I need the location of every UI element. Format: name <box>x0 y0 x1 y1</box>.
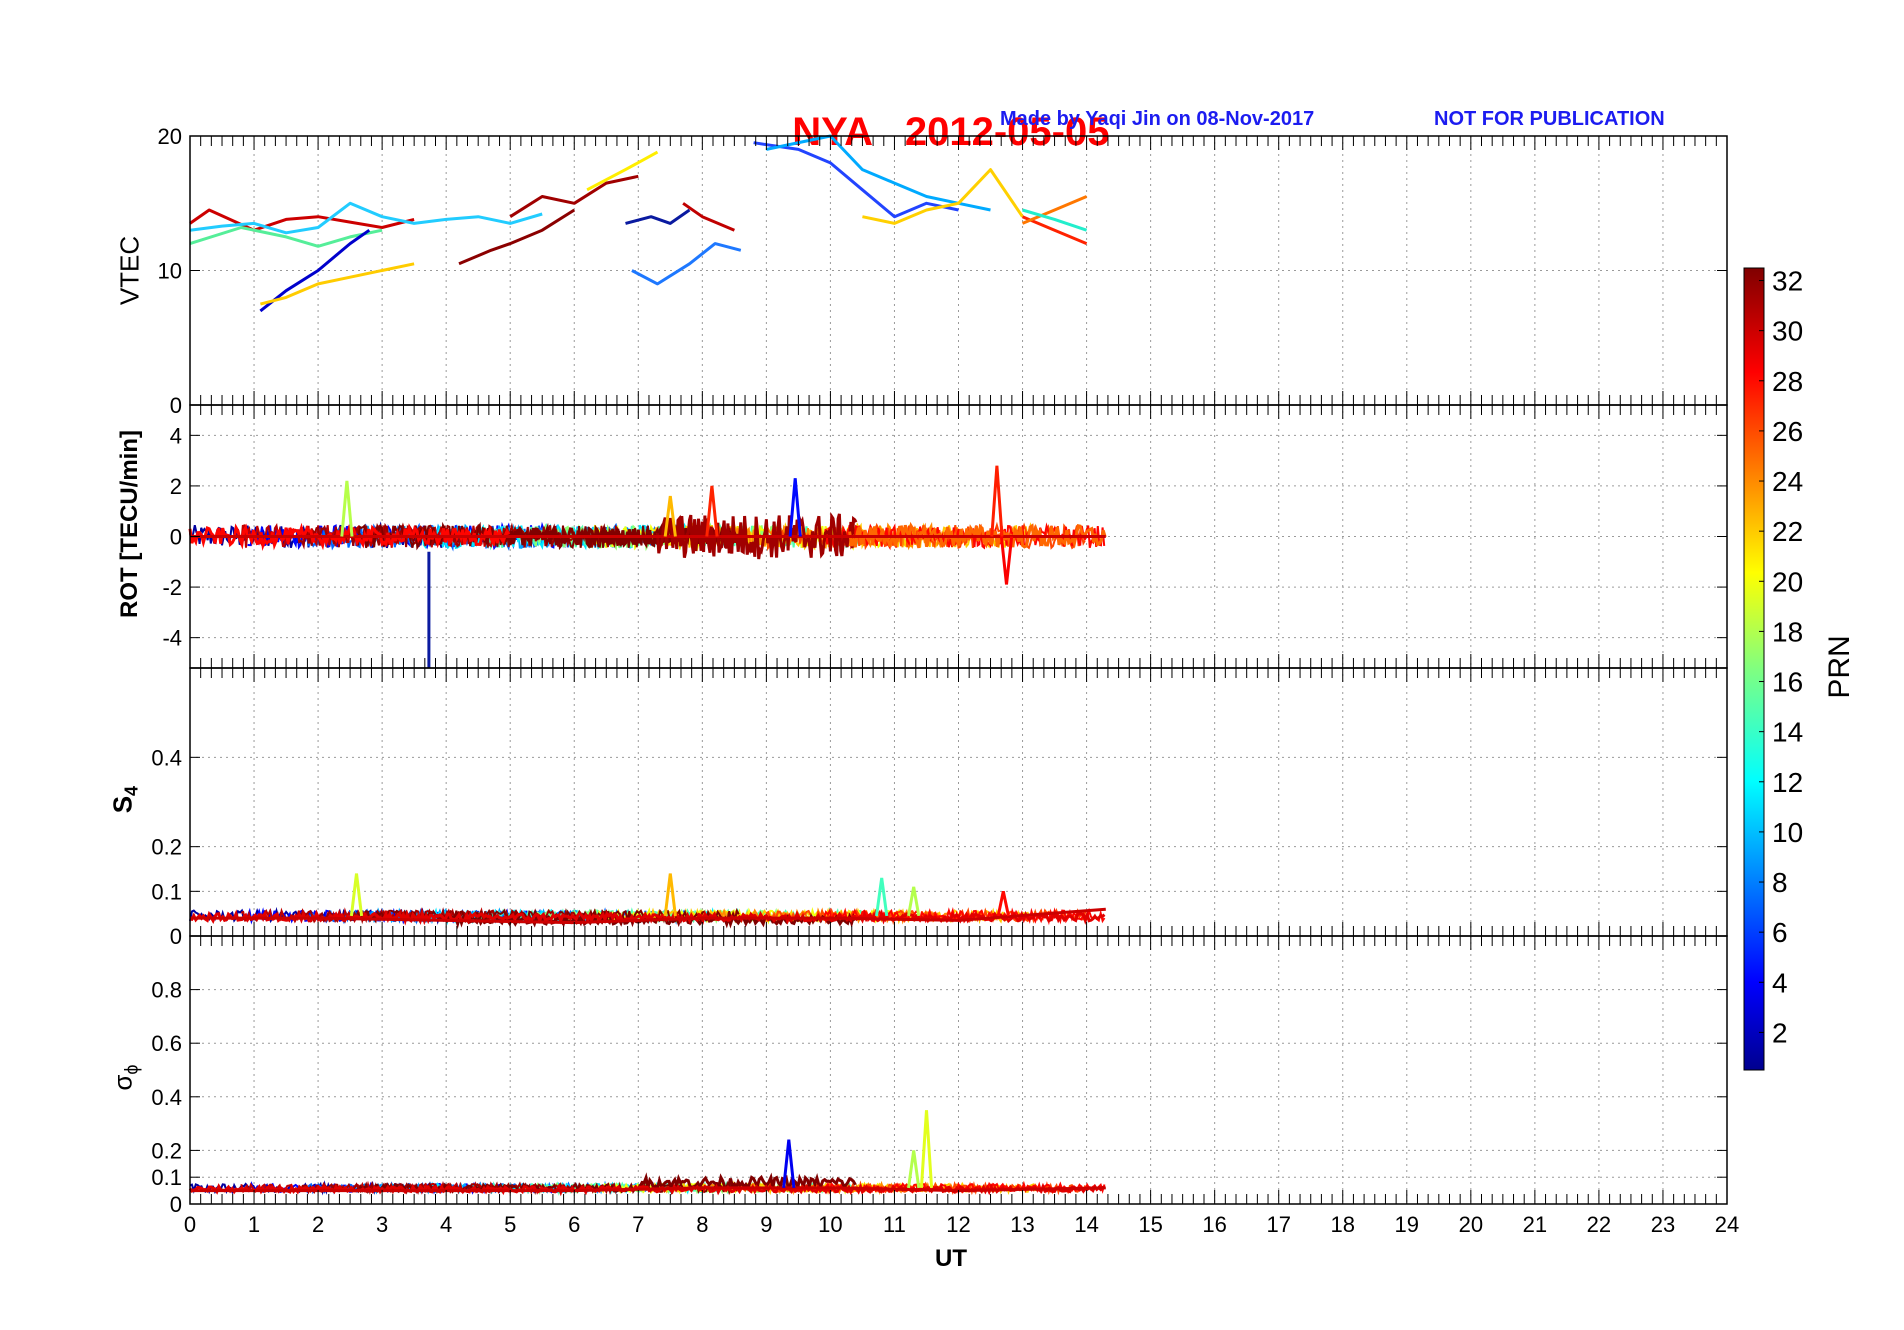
x-tick-label: 1 <box>248 1212 260 1237</box>
x-tick-label: 15 <box>1138 1212 1162 1237</box>
peak-mark <box>782 1139 796 1189</box>
peak-mark <box>349 873 364 917</box>
series-line-prn-22 <box>260 262 415 306</box>
axes-frames <box>189 135 1728 1205</box>
x-tick-label: 5 <box>504 1212 516 1237</box>
y-tick-label-s4: 0.4 <box>151 745 182 770</box>
peak-mark <box>907 1150 921 1189</box>
peak-mark <box>919 1110 934 1188</box>
colorbar-tick-label: 16 <box>1772 667 1803 698</box>
y-tick-label-vtec: 10 <box>158 259 182 284</box>
colorbar-tick-label: 28 <box>1772 366 1803 397</box>
y-tick-label-sigma: 0.1 <box>151 1165 182 1190</box>
colorbar-tick-label: 12 <box>1772 767 1803 798</box>
x-tick-label: 7 <box>632 1212 644 1237</box>
series-traces <box>189 134 1106 1193</box>
y-tick-label-s4: 0.2 <box>151 835 182 860</box>
figure-canvas: 01020-4-202400.10.20.400.10.20.40.60.80 1… <box>151 124 1803 1237</box>
y-tick-label-s4: 0.1 <box>151 879 182 904</box>
series-line-prn-23 <box>862 168 1024 225</box>
colorbar-tick-label: 20 <box>1772 566 1803 597</box>
series-line-prn-10 <box>631 242 742 286</box>
x-tick-label: 8 <box>696 1212 708 1237</box>
colorbar-tick-label: 22 <box>1772 516 1803 547</box>
colorbar-tick-label: 4 <box>1772 967 1788 998</box>
colorbar-tick-label: 2 <box>1772 1017 1788 1048</box>
colorbar-tick-label: 26 <box>1772 416 1803 447</box>
x-tick-label: 0 <box>184 1212 196 1237</box>
colorbar-tick-label: 8 <box>1772 867 1788 898</box>
y-tick-label-s4: 0 <box>170 924 182 949</box>
x-tick-label: 11 <box>883 1212 906 1237</box>
x-tick-label: 19 <box>1395 1212 1419 1237</box>
x-tick-label: 16 <box>1202 1212 1226 1237</box>
y-tick-label-sigma: 0 <box>170 1192 182 1217</box>
y-tick-label-sigma: 0.6 <box>151 1031 182 1056</box>
colorbar-tick-label: 32 <box>1772 266 1803 297</box>
tick-labels: 01020-4-202400.10.20.400.10.20.40.60.80 1… <box>151 124 1739 1237</box>
y-tick-label-rot: 4 <box>170 423 182 448</box>
x-tick-label: 10 <box>818 1212 842 1237</box>
noise-traces <box>188 511 1107 1197</box>
y-tick-label-sigma: 0.4 <box>151 1085 182 1110</box>
colorbar-tick-label: 24 <box>1772 466 1803 497</box>
colorbar-tick-label: 14 <box>1772 717 1803 748</box>
x-tick-label: 2 <box>312 1212 324 1237</box>
x-tick-label: 6 <box>568 1212 580 1237</box>
series-line-prn-16 <box>189 226 383 248</box>
y-tick-label-rot: -2 <box>162 575 182 600</box>
x-tick-label: 18 <box>1331 1212 1355 1237</box>
colorbar-tick-label: 18 <box>1772 616 1803 647</box>
x-tick-label: 12 <box>946 1212 970 1237</box>
peak-mark <box>663 873 677 917</box>
colorbar: 2468101214161820222426283032 <box>1743 266 1803 1071</box>
colorbar-tick-label: 10 <box>1772 817 1803 848</box>
y-tick-label-rot: -4 <box>162 626 182 651</box>
series-line-prn-3 <box>625 208 691 225</box>
x-tick-label: 23 <box>1651 1212 1675 1237</box>
series-line-prn-6 <box>753 141 959 219</box>
colorbar-tick-label: 30 <box>1772 316 1803 347</box>
y-tick-label-vtec: 0 <box>170 393 182 418</box>
series-line-prn-29 <box>682 202 735 232</box>
x-tick-label: 20 <box>1459 1212 1483 1237</box>
x-tick-label: 14 <box>1074 1212 1098 1237</box>
series-line-prn-11 <box>766 134 991 212</box>
x-tick-label: 4 <box>440 1212 452 1237</box>
x-tick-label: 24 <box>1715 1212 1739 1237</box>
x-tick-label: 21 <box>1523 1212 1547 1237</box>
series-line-prn-20 <box>586 150 659 192</box>
x-tick-label: 3 <box>376 1212 388 1237</box>
colorbar-tick-label: 6 <box>1772 917 1788 948</box>
y-tick-label-rot: 0 <box>170 525 182 550</box>
y-tick-label-sigma: 0.2 <box>151 1138 182 1163</box>
x-tick-label: 17 <box>1266 1212 1290 1237</box>
y-tick-label-sigma: 0.8 <box>151 978 182 1003</box>
x-tick-label: 13 <box>1010 1212 1034 1237</box>
y-tick-label-rot: 2 <box>170 474 182 499</box>
y-tick-label-vtec: 20 <box>158 124 182 149</box>
x-tick-label: 9 <box>760 1212 772 1237</box>
colorbar-bar <box>1743 267 1765 1071</box>
x-tick-label: 22 <box>1587 1212 1611 1237</box>
